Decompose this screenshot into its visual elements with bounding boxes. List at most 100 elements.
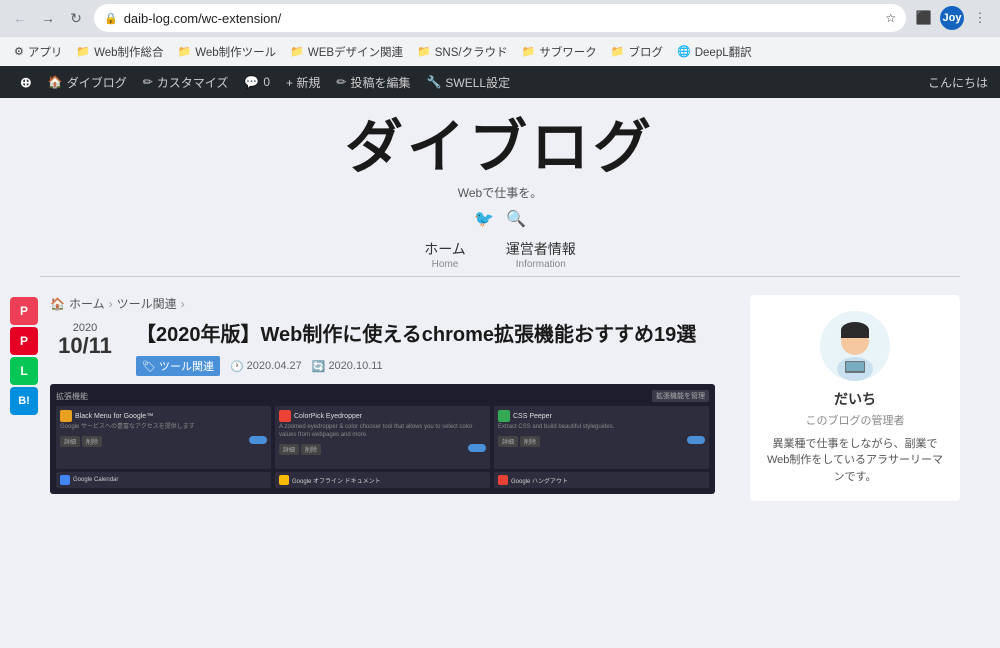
thumb-card-3-btn-remove[interactable]: 削除: [520, 436, 540, 447]
folder-icon-5: 📁: [522, 45, 536, 58]
google-cal-label: Google Calendar: [73, 477, 118, 483]
bookmark-deepl-label: DeepL翻訳: [695, 44, 752, 60]
nav-item-about[interactable]: 運営者情報 Information: [506, 239, 576, 270]
bookmark-blog-label: ブログ: [629, 44, 664, 60]
article-date: 2020 10/11: [50, 322, 120, 358]
wp-comments-item[interactable]: 💬 0: [236, 66, 278, 98]
bookmark-subwork-label: サブワーク: [539, 44, 597, 60]
thumb-card-3-header: CSS Peeper: [498, 410, 705, 422]
article-tag[interactable]: 🏷 ツール関連: [136, 356, 220, 376]
article-body: 【2020年版】Web制作に使えるchrome拡張機能おすすめ19選 🏷 ツール…: [136, 322, 696, 384]
wp-comments-label: 0: [263, 75, 270, 89]
bookmark-web-tools[interactable]: 📁 Web制作ツール: [172, 41, 283, 63]
reload-button[interactable]: ↻: [64, 6, 88, 30]
wp-swell-item[interactable]: 🔧 SWELL設定: [418, 66, 518, 98]
thumb-card-2-title: ColorPick Eyedropper: [294, 413, 362, 420]
thumb-card-3: CSS Peeper Extract CSS and build beautif…: [494, 406, 709, 469]
pinterest-icon: P: [20, 334, 28, 348]
pocket-icon: P: [20, 304, 28, 318]
nav-buttons: ← → ↻: [8, 6, 88, 30]
wp-logo-item[interactable]: ⊕: [12, 66, 40, 98]
tag-label: ツール関連: [159, 358, 214, 374]
thumb-card-3-btns: 詳細 削除: [498, 436, 705, 447]
folder-icon-1: 📁: [76, 45, 90, 58]
comment-icon: 💬: [244, 75, 259, 89]
bookmark-webdesign[interactable]: 📁 WEBデザイン関連: [284, 41, 409, 63]
article-date-main: 10/11: [50, 334, 120, 358]
updated-date: 2020.10.11: [328, 360, 382, 372]
thumb-card-2-desc: A zoomed eyedropper & color chooser tool…: [279, 424, 486, 440]
bookmark-apps-label: アプリ: [28, 44, 63, 60]
breadcrumb-home-icon: 🏠: [50, 297, 65, 311]
thumb-card-3-desc: Extract CSS and build beautiful stylegui…: [498, 424, 705, 432]
wp-new-label: + 新規: [286, 74, 320, 91]
pocket-share-button[interactable]: P: [10, 297, 38, 325]
thumb-card-1: Black Menu for Google™ Google サービスへの豊富なア…: [56, 406, 271, 469]
bookmark-deepl[interactable]: 🌐 DeepL翻訳: [671, 41, 758, 63]
extensions-button[interactable]: ⬛: [912, 6, 936, 30]
blog-tagline: Webで仕事を。: [0, 184, 1000, 201]
bookmark-web-sogo-label: Web制作総合: [94, 44, 163, 60]
thumb-card-3-title: CSS Peeper: [513, 413, 552, 420]
thumb-card-1-btn-detail[interactable]: 詳細: [60, 436, 80, 447]
back-button[interactable]: ←: [8, 6, 32, 30]
menu-button[interactable]: ⋮: [968, 6, 992, 30]
bookmark-subwork[interactable]: 📁 サブワーク: [516, 41, 603, 63]
folder-icon-4: 📁: [417, 45, 431, 58]
browser-toolbar: ← → ↻ 🔒 daib-log.com/wc-extension/ ☆ ⬛ J…: [0, 0, 1000, 36]
thumbnail-header-text: 拡張機能: [56, 391, 88, 402]
blog-header: ダイブログ Webで仕事を。 🐦 🔍 ホーム Home 運営者情報 Inform…: [0, 98, 1000, 287]
article-updated: 🔄 2020.10.11: [312, 360, 383, 373]
wp-edit-item[interactable]: ✏ 投稿を編集: [328, 66, 418, 98]
thumb-card-2-toggle[interactable]: [468, 444, 486, 452]
thumb-card-2-icon: [279, 410, 291, 422]
update-icon: 🔄: [312, 360, 326, 373]
thumbnail-grid: Black Menu for Google™ Google サービスへの豊富なア…: [56, 406, 709, 469]
thumb-card-2-btn-detail[interactable]: 詳細: [279, 444, 299, 455]
star-icon[interactable]: ☆: [885, 11, 896, 25]
thumbnail-header: 拡張機能 拡張機能を管理: [56, 390, 709, 402]
wp-new-item[interactable]: + 新規: [278, 66, 328, 98]
browser-actions: ⬛ Joy ⋮: [912, 6, 992, 30]
bookmark-apps[interactable]: ⚙ アプリ: [8, 41, 68, 63]
breadcrumb: 🏠 ホーム › ツール関連 ›: [50, 295, 730, 312]
customize-icon: ✏: [143, 75, 153, 89]
thumb-card-2-btn-remove[interactable]: 削除: [301, 444, 321, 455]
nav-about-label: 運営者情報: [506, 239, 576, 259]
wp-swell-label: SWELL設定: [445, 74, 510, 91]
right-sidebar: だいち このブログの管理者 異業種で仕事をしながら、副業でWeb制作をしているア…: [750, 287, 960, 648]
edit-icon: ✏: [336, 75, 346, 89]
published-date: 2020.04.27: [247, 360, 302, 372]
author-role: このブログの管理者: [766, 413, 944, 430]
thumb-card-2-btns: 詳細 削除: [279, 444, 486, 455]
bookmark-sns-label: SNS/クラウド: [435, 44, 508, 60]
twitter-icon[interactable]: 🐦: [474, 209, 494, 229]
wp-site-item[interactable]: 🏠 ダイブログ: [40, 66, 135, 98]
bookmark-web-sogo[interactable]: 📁 Web制作総合: [70, 41, 169, 63]
forward-button[interactable]: →: [36, 6, 60, 30]
thumb-card-3-toggle[interactable]: [687, 436, 705, 444]
main-content: 🏠 ホーム › ツール関連 › 2020 10/11 【2020年版】Web制作…: [50, 287, 730, 648]
bookmark-sns[interactable]: 📁 SNS/クラウド: [411, 41, 514, 63]
profile-button[interactable]: Joy: [940, 6, 964, 30]
thumb-card-1-title: Black Menu for Google™: [75, 413, 153, 420]
bookmark-blog[interactable]: 📁 ブログ: [605, 41, 669, 63]
wp-customize-item[interactable]: ✏ カスタマイズ: [135, 66, 237, 98]
nav-item-home[interactable]: ホーム Home: [424, 239, 466, 270]
tag-icon: 🏷: [142, 360, 156, 373]
breadcrumb-category-link[interactable]: ツール関連: [117, 295, 177, 312]
thumb-card-1-btn-remove[interactable]: 削除: [82, 436, 102, 447]
thumb-card-3-btn-detail[interactable]: 詳細: [498, 436, 518, 447]
nav-divider: [40, 276, 960, 277]
article-title: 【2020年版】Web制作に使えるchrome拡張機能おすすめ19選: [136, 322, 696, 348]
nav-about-sublabel: Information: [506, 259, 576, 270]
hatena-share-button[interactable]: B!: [10, 387, 38, 415]
author-bio: 異業種で仕事をしながら、副業でWeb制作をしているアラサーリーマンです。: [766, 436, 944, 486]
search-icon[interactable]: 🔍: [506, 209, 526, 229]
thumbnail-content: 拡張機能 拡張機能を管理 Black Menu for Google™ Goog…: [50, 384, 715, 494]
address-bar[interactable]: 🔒 daib-log.com/wc-extension/ ☆: [94, 4, 906, 32]
thumb-card-1-toggle[interactable]: [249, 436, 267, 444]
pinterest-share-button[interactable]: P: [10, 327, 38, 355]
line-share-button[interactable]: L: [10, 357, 38, 385]
breadcrumb-home-link[interactable]: ホーム: [69, 295, 105, 312]
